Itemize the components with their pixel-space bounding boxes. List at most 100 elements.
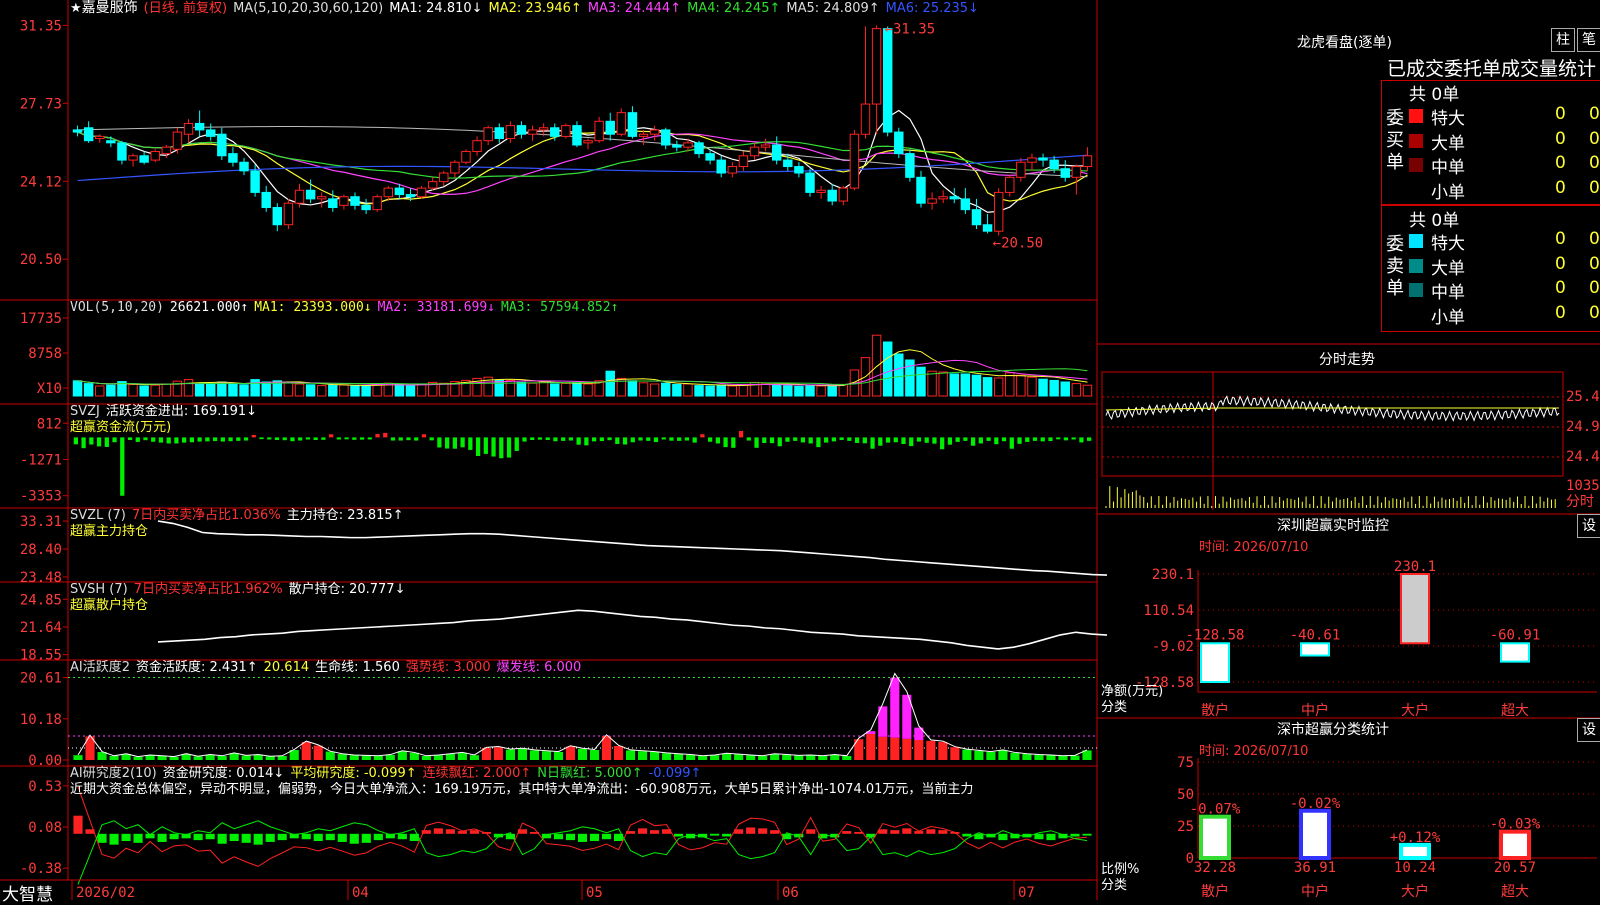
price-tick-label: 20.50	[20, 252, 62, 268]
candle-body	[416, 187, 427, 198]
research-bar	[926, 829, 936, 834]
activity-bar	[373, 756, 383, 760]
monitor-settings-button[interactable]: 设	[1577, 514, 1600, 538]
research-bar	[349, 833, 359, 844]
candle-body	[505, 125, 516, 140]
candle-body	[971, 209, 982, 226]
svzl-header: SVZL (7) 7日内买卖净占比1.036% 主力持仓: 23.815↑ 超赢主力…	[70, 508, 410, 540]
activity-bar	[349, 755, 359, 760]
volume-bar	[316, 385, 327, 397]
volume-bar	[361, 385, 371, 397]
candle-body	[860, 103, 871, 135]
activity-bar	[73, 755, 83, 760]
activity-bar	[1022, 754, 1032, 760]
candle-body	[1049, 159, 1059, 170]
price-tick-label: 27.73	[20, 96, 62, 112]
activity-bar	[938, 742, 948, 760]
volume-bar	[1082, 384, 1093, 397]
volume-bar	[1005, 372, 1015, 397]
research-bar	[710, 833, 720, 836]
activity-bar	[662, 753, 672, 760]
buy-count: 0	[1555, 153, 1566, 173]
buy-count: 0	[1555, 128, 1566, 149]
candle-body	[638, 133, 649, 137]
bar-mode-button[interactable]: 柱	[1551, 28, 1575, 52]
price-high-label: ←31.35	[885, 21, 936, 37]
activity-bar	[217, 756, 227, 760]
research-bar	[373, 833, 383, 841]
svsh-tick-label: 18.55	[20, 648, 62, 664]
volume-bar	[128, 383, 138, 397]
candle-body	[494, 127, 504, 140]
activity-bar	[758, 756, 768, 760]
activity-bar	[734, 754, 744, 760]
activity-bar	[421, 756, 431, 760]
candle-body	[849, 133, 860, 189]
sell-row: 中单 0 0%	[1405, 278, 1600, 303]
candle-body	[993, 191, 1004, 232]
volume-bar	[494, 379, 504, 397]
date-label: 07	[1018, 885, 1035, 900]
legend-item: MA1: 24.810↓	[389, 1, 483, 16]
monitor-panel: 深圳超赢实时监控 设 时间: 2026/07/10 净额(万元) 分类	[1099, 514, 1600, 718]
volume-bar	[605, 370, 615, 397]
date-label: 2026/02	[76, 885, 135, 900]
svsh-label2: 散户持仓: 20.777↓	[288, 582, 406, 597]
research-bar	[301, 833, 311, 840]
activity-bar	[337, 754, 347, 760]
activity-bar	[313, 745, 323, 760]
activity-bar	[986, 752, 996, 760]
volume-bar	[83, 383, 94, 397]
volume-bar	[1049, 379, 1059, 397]
sell-swatch	[1409, 258, 1423, 273]
buy-total: 共 0单	[1409, 85, 1460, 105]
candle-body	[217, 133, 227, 157]
sell-name: 大单	[1431, 258, 1465, 279]
svsh-tick-label: 24.85	[20, 592, 62, 608]
volume-bar	[705, 385, 715, 397]
candle-body	[339, 196, 349, 206]
ai-act-name: AI活跃度2	[70, 660, 130, 675]
stock-name[interactable]: 嘉曼服饰	[82, 0, 138, 16]
sell-count: 0	[1555, 278, 1566, 298]
tick-mode-button[interactable]: 笔	[1577, 28, 1600, 52]
aiact-tick-label: 20.61	[20, 671, 62, 687]
activity-bar	[517, 748, 528, 760]
volume-bar	[771, 383, 782, 397]
candle-body	[150, 150, 160, 161]
activity-bar	[277, 756, 287, 760]
svzj-tick-label: -1271	[20, 452, 62, 468]
activity-bar	[433, 755, 443, 760]
buy-pct: 0%	[1589, 177, 1600, 198]
legend-item: MA1: 23393.000↓	[254, 300, 372, 315]
activity-bar	[998, 750, 1008, 760]
activity-overlay-bar	[890, 677, 900, 738]
activity-bar	[409, 752, 419, 760]
activity-bar	[770, 754, 780, 760]
period-label[interactable]: (日线, 前复权)	[144, 1, 227, 16]
research-bar	[193, 833, 203, 841]
date-label: 05	[586, 885, 603, 900]
research-bar	[133, 833, 143, 843]
research-line-green	[77, 820, 1088, 885]
volume-bar	[794, 385, 804, 397]
activity-bar	[133, 756, 143, 760]
candle-body	[95, 135, 105, 140]
research-bar	[109, 833, 119, 845]
volume-bar	[783, 385, 793, 397]
fenshi-panel: 分时走势	[1099, 344, 1600, 514]
volume-bar	[727, 385, 738, 397]
candle-body	[616, 112, 627, 135]
activity-bar	[169, 756, 179, 760]
research-bar	[577, 833, 588, 842]
classify-settings-button[interactable]: 设	[1577, 718, 1600, 742]
activity-bar	[902, 738, 912, 760]
aiact-tick-label: 10.18	[20, 712, 62, 728]
legend-item: 资金研究度: 0.014↓	[162, 766, 285, 781]
price-header: ★嘉曼服饰 (日线, 前复权) MA(5,10,20,30,60,120) MA1: …	[70, 0, 991, 17]
candle-body	[328, 198, 338, 208]
sell-side-label: 委卖单	[1386, 234, 1404, 299]
volume-bar	[993, 377, 1004, 397]
buy-swatch	[1409, 109, 1423, 123]
legend-item: 资金活跃度: 2.431↑	[136, 660, 258, 675]
